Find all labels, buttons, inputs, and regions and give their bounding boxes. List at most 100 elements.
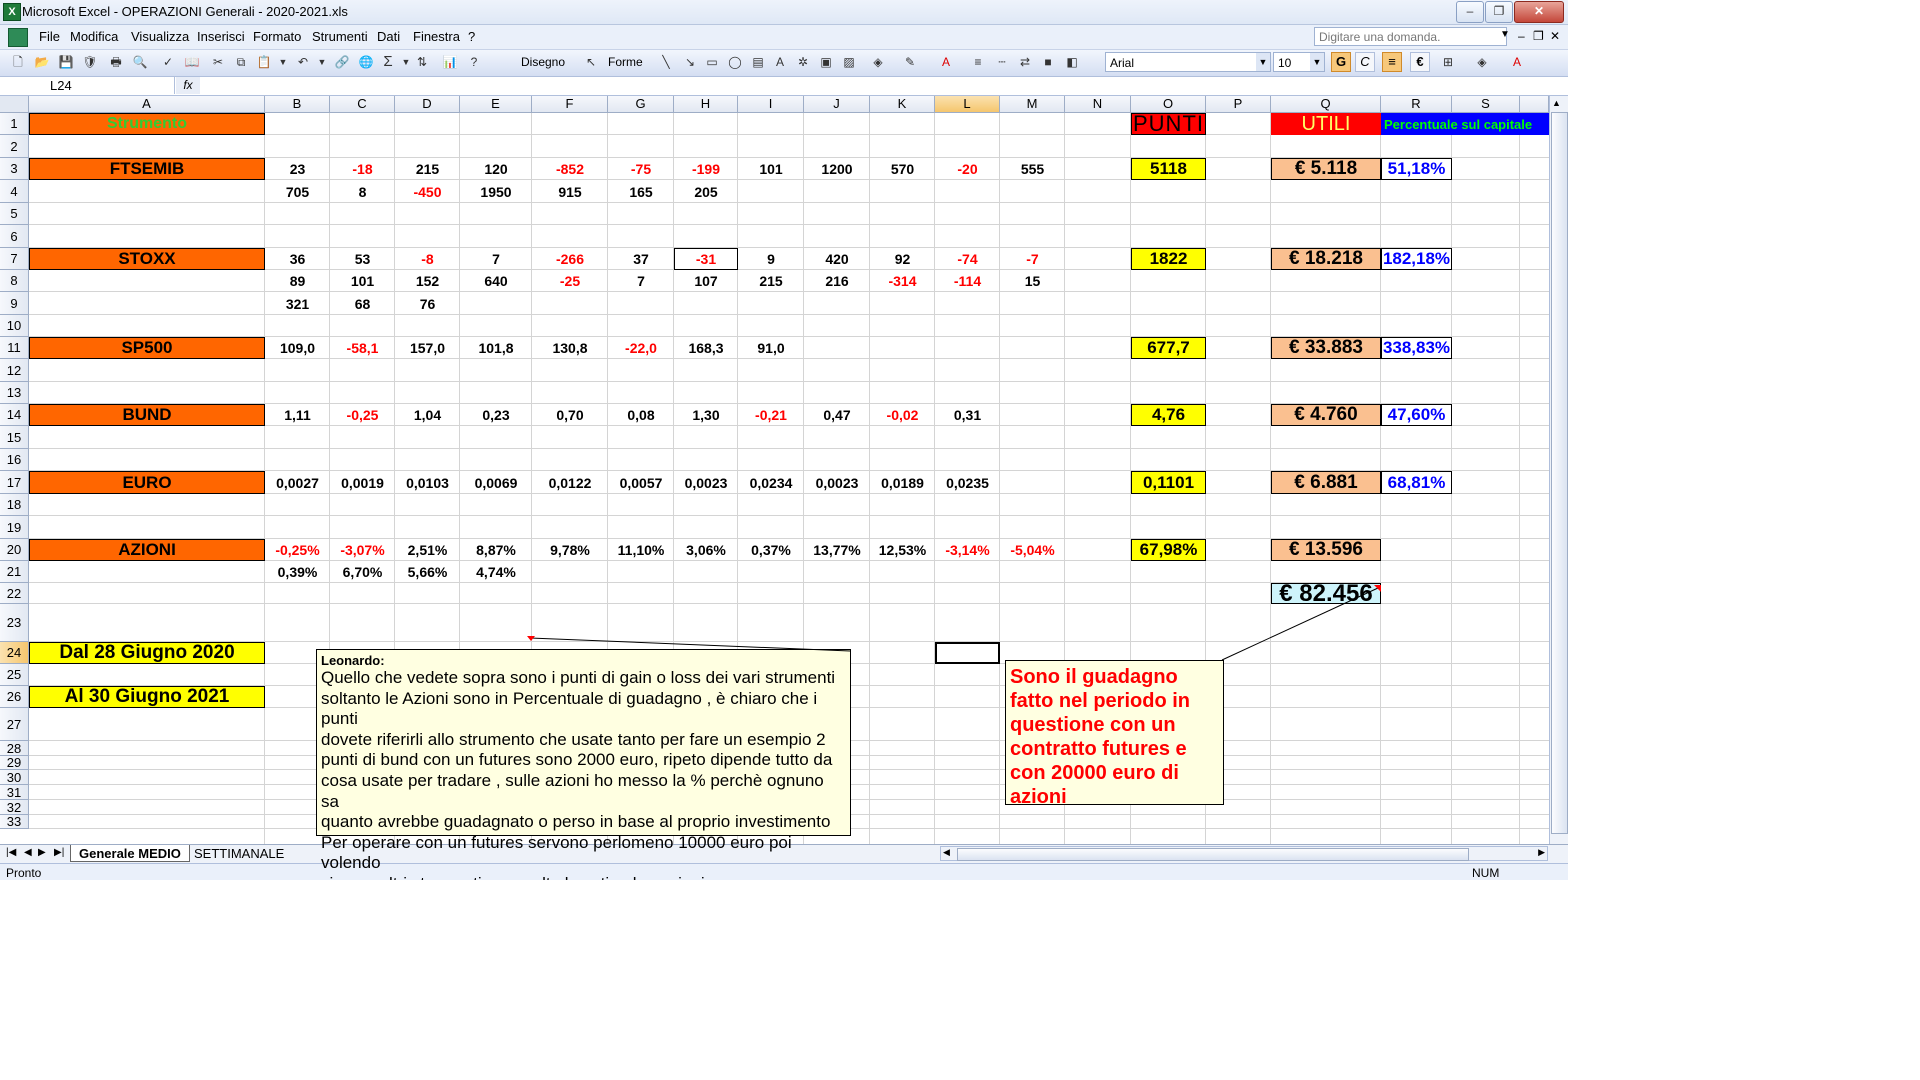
minimize-button[interactable]: ‒	[1456, 1, 1484, 23]
row-header-26[interactable]: 26	[0, 686, 29, 708]
print-icon[interactable]: 🖶	[108, 54, 124, 70]
menu-strumenti[interactable]: Strumenti	[312, 29, 368, 44]
menu-formato[interactable]: Formato	[253, 29, 301, 44]
ask-question-input[interactable]: Digitare una domanda.	[1314, 27, 1507, 46]
select-objects-icon[interactable]: ↖	[583, 54, 599, 70]
copy-icon[interactable]: ⧉	[233, 54, 249, 70]
sort-ascending-icon[interactable]: ⇅	[414, 54, 430, 70]
column-header-h[interactable]: H	[674, 96, 738, 113]
menu-dati[interactable]: Dati	[377, 29, 400, 44]
clipart-icon[interactable]: ▣	[818, 54, 834, 70]
column-header-r[interactable]: R	[1381, 96, 1452, 113]
menu-visualizza[interactable]: Visualizza	[131, 29, 189, 44]
fill-color-icon[interactable]: ◈	[870, 54, 886, 70]
menu-finestra[interactable]: Finestra	[413, 29, 460, 44]
formula-input[interactable]	[201, 77, 1568, 94]
scroll-up-icon[interactable]: ▲	[1552, 98, 1561, 108]
italic-button[interactable]: C	[1355, 52, 1375, 72]
paste-icon[interactable]: 📋	[256, 54, 272, 70]
arrow-style-icon[interactable]: ⇄	[1017, 54, 1033, 70]
row-header-15[interactable]: 15	[0, 426, 29, 449]
column-header-g[interactable]: G	[608, 96, 674, 113]
next-sheet-icon[interactable]: ▶	[38, 847, 46, 858]
doc-minimize-icon[interactable]: –	[1518, 29, 1525, 43]
row-header-29[interactable]: 29	[0, 756, 29, 770]
row-header-5[interactable]: 5	[0, 203, 29, 225]
row-header-7[interactable]: 7	[0, 248, 29, 270]
diagram-icon[interactable]: ✲	[795, 54, 811, 70]
font-color-icon[interactable]: A	[938, 54, 954, 70]
3d-icon[interactable]: ◧	[1064, 54, 1080, 70]
maximize-button[interactable]: ❐	[1485, 1, 1513, 23]
row-header-25[interactable]: 25	[0, 664, 29, 686]
prev-sheet-icon[interactable]: ◀	[24, 847, 32, 858]
column-header-q[interactable]: Q	[1271, 96, 1381, 113]
cut-icon[interactable]: ✂	[210, 54, 226, 70]
drawing-menu[interactable]: Disegno	[521, 55, 565, 69]
scroll-right-icon[interactable]: ▶	[1538, 847, 1545, 858]
line-style-icon[interactable]: ≡	[970, 54, 986, 70]
row-header-3[interactable]: 3	[0, 158, 29, 180]
borders-icon[interactable]: ⊞	[1440, 54, 1456, 70]
row-header-14[interactable]: 14	[0, 404, 29, 426]
cell-fill-icon[interactable]: ◈	[1474, 54, 1490, 70]
column-header-n[interactable]: N	[1065, 96, 1131, 113]
vertical-scroll-thumb[interactable]	[1551, 112, 1568, 834]
dash-style-icon[interactable]: ┄	[994, 54, 1010, 70]
column-header-m[interactable]: M	[1000, 96, 1065, 113]
autosum-dropdown-icon[interactable]: ▼	[398, 54, 414, 70]
row-header-33[interactable]: 33	[0, 815, 29, 829]
bold-button[interactable]: G	[1331, 52, 1351, 72]
last-sheet-icon[interactable]: ▶|	[54, 847, 64, 858]
first-sheet-icon[interactable]: |◀	[6, 847, 16, 858]
name-box[interactable]: L24	[0, 77, 175, 94]
column-header-p[interactable]: P	[1206, 96, 1271, 113]
row-header-11[interactable]: 11	[0, 337, 29, 359]
workbook-icon[interactable]	[8, 28, 28, 47]
line-icon[interactable]: ╲	[658, 54, 674, 70]
column-header-d[interactable]: D	[395, 96, 460, 113]
column-header-b[interactable]: B	[265, 96, 330, 113]
column-header-extra[interactable]	[1520, 96, 1549, 113]
paste-dropdown-icon[interactable]: ▼	[275, 54, 291, 70]
column-header-i[interactable]: I	[738, 96, 804, 113]
size-dropdown-icon[interactable]: ▼	[1310, 53, 1324, 71]
save-icon[interactable]: 💾	[58, 54, 74, 70]
row-header-2[interactable]: 2	[0, 135, 29, 158]
row-header-13[interactable]: 13	[0, 382, 29, 404]
rectangle-icon[interactable]: ▭	[704, 54, 720, 70]
oval-icon[interactable]: ◯	[727, 54, 743, 70]
column-header-f[interactable]: F	[532, 96, 608, 113]
tab-generale-medio[interactable]: Generale MEDIO	[70, 845, 190, 862]
menu-file[interactable]: File	[39, 29, 60, 44]
row-header-4[interactable]: 4	[0, 180, 29, 203]
column-header-s[interactable]: S	[1452, 96, 1520, 113]
row-header-31[interactable]: 31	[0, 785, 29, 800]
font-dropdown-icon[interactable]: ▼	[1256, 53, 1270, 71]
cell-font-color-icon[interactable]: A	[1509, 54, 1525, 70]
column-header-a[interactable]: A	[29, 96, 265, 113]
new-icon[interactable]: 🗋	[10, 54, 26, 70]
open-icon[interactable]: 📂	[34, 54, 50, 70]
row-header-27[interactable]: 27	[0, 708, 29, 741]
vertical-scrollbar[interactable]: ▲	[1549, 96, 1568, 844]
undo-dropdown-icon[interactable]: ▼	[314, 54, 330, 70]
spelling-icon[interactable]: ✓	[160, 54, 176, 70]
research-icon[interactable]: 📖	[184, 54, 200, 70]
row-header-20[interactable]: 20	[0, 539, 29, 561]
print-preview-icon[interactable]: 🔍	[132, 54, 148, 70]
column-header-c[interactable]: C	[330, 96, 395, 113]
row-header-28[interactable]: 28	[0, 741, 29, 756]
wordart-icon[interactable]: A	[772, 54, 788, 70]
doc-restore-icon[interactable]: ❐	[1533, 29, 1544, 43]
doc-close-icon[interactable]: ✕	[1550, 29, 1560, 43]
column-header-e[interactable]: E	[460, 96, 532, 113]
column-header-j[interactable]: J	[804, 96, 870, 113]
font-size-select[interactable]: 10 ▼	[1273, 52, 1325, 72]
line-color-icon[interactable]: ✎	[902, 54, 918, 70]
selected-cell-l24[interactable]	[935, 642, 1000, 664]
row-header-23[interactable]: 23	[0, 604, 29, 642]
excel-app-icon[interactable]: X	[3, 3, 21, 21]
fx-icon[interactable]: fx	[176, 77, 200, 94]
select-all-corner[interactable]	[0, 96, 29, 113]
